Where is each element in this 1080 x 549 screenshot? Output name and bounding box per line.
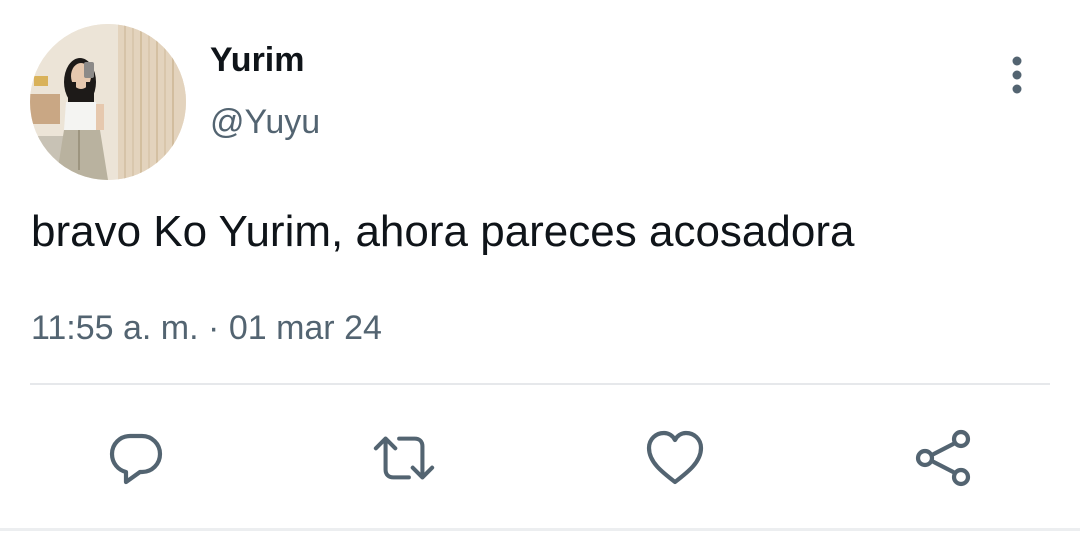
share-button[interactable] [912, 426, 976, 490]
tweet-text: bravo Ko Yurim, ahora pareces acosadora [31, 207, 855, 256]
avatar[interactable] [30, 24, 186, 180]
retweet-icon [373, 436, 435, 480]
like-button[interactable] [643, 426, 707, 490]
share-icon [915, 429, 971, 487]
tweet-time: 11:55 a. m. [31, 309, 199, 347]
more-options-button[interactable] [996, 52, 1038, 98]
divider [30, 383, 1050, 385]
avatar-photo [30, 24, 186, 180]
author-display-name[interactable]: Yurim [210, 38, 304, 82]
tweet-card: Yurim @Yuyu bravo Ko Yurim, ahora parece… [0, 0, 1080, 549]
bottom-border [0, 528, 1080, 531]
heart-icon [646, 430, 704, 485]
retweet-button[interactable] [372, 426, 436, 490]
meta-separator: · [208, 309, 220, 347]
reply-icon [109, 433, 163, 485]
reply-button[interactable] [104, 426, 168, 490]
tweet-timestamp[interactable]: 11:55 a. m. · 01 mar 24 [31, 306, 382, 350]
author-handle[interactable]: @Yuyu [210, 100, 320, 144]
more-vertical-icon [1012, 56, 1022, 94]
tweet-date: 01 mar 24 [228, 309, 382, 347]
